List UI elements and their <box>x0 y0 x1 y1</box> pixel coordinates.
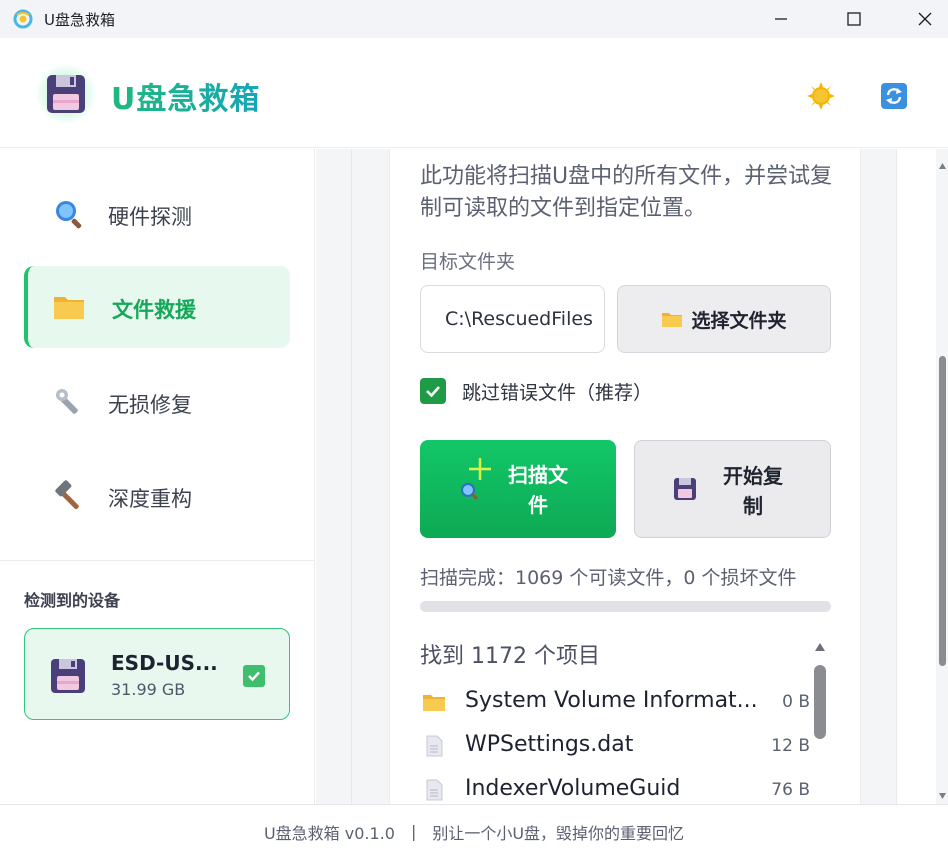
target-folder-input[interactable] <box>420 285 605 353</box>
choose-folder-label: 选择文件夹 <box>691 309 787 332</box>
magnifier-icon <box>52 197 86 231</box>
device-selected-check-icon[interactable] <box>243 665 265 687</box>
device-size: 31.99 GB <box>111 680 186 699</box>
sidebar-item-label: 无损修复 <box>108 393 192 417</box>
scroll-up-arrow-icon[interactable] <box>814 637 826 656</box>
progress-bar <box>420 601 831 612</box>
app-name: U盘急救箱 <box>111 74 260 118</box>
sidebar-item-label: 深度重构 <box>108 487 192 511</box>
start-copy-label: 开始复制 <box>723 464 783 518</box>
file-size: 12 B <box>771 736 810 756</box>
app-logo-icon <box>13 9 33 29</box>
main-content: 此功能将扫描U盘中的所有文件，并尝试复制可读取的文件到指定位置。 目标文件夹 选… <box>316 149 948 804</box>
refresh-icon[interactable] <box>879 81 909 111</box>
minimize-button[interactable] <box>758 0 804 38</box>
skip-errors-option[interactable]: 跳过错误文件（推荐） <box>420 377 652 405</box>
document-icon <box>422 778 446 802</box>
folder-icon <box>52 290 86 324</box>
scan-status: 扫描完成：1069 个可读文件，0 个损坏文件 <box>420 567 797 589</box>
document-icon <box>422 734 446 758</box>
divider <box>351 149 352 804</box>
sidebar-item-label: 硬件探测 <box>108 205 192 229</box>
file-rescue-panel: 此功能将扫描U盘中的所有文件，并尝试复制可读取的文件到指定位置。 目标文件夹 选… <box>389 149 861 804</box>
sidebar-item-deep-rebuild[interactable]: 深度重构 <box>24 455 290 537</box>
list-item[interactable]: WPSettings.dat 12 B <box>420 724 810 768</box>
sidebar-item-hardware-detect[interactable]: 硬件探测 <box>24 173 290 255</box>
window-title: U盘急救箱 <box>44 11 115 29</box>
file-name: System Volume Informat... <box>465 688 758 713</box>
title-bar: U盘急救箱 <box>0 0 948 38</box>
scan-sparkle-icon <box>458 456 498 502</box>
sidebar-item-file-rescue[interactable]: 文件救援 <box>24 266 290 348</box>
close-button[interactable] <box>902 0 948 38</box>
list-item[interactable]: IndexerVolumeGuid 76 B <box>420 768 810 804</box>
file-list: System Volume Informat... 0 B WPSettings… <box>420 680 810 804</box>
footer: U盘急救箱 v0.1.0 | 别让一个小U盘，毁掉你的重要回忆 <box>0 804 948 858</box>
sidebar-item-lossless-repair[interactable]: 无损修复 <box>24 361 290 443</box>
theme-toggle-sun-icon[interactable] <box>806 81 836 111</box>
hammer-icon <box>52 479 86 513</box>
start-copy-button[interactable]: 开始复制 <box>634 440 831 538</box>
file-name: WPSettings.dat <box>465 732 634 757</box>
scan-files-label: 扫描文件 <box>508 463 568 517</box>
skip-errors-label: 跳过错误文件（推荐） <box>462 381 653 404</box>
wrench-icon <box>52 385 86 419</box>
floppy-disk-icon <box>673 477 697 501</box>
sidebar: 硬件探测 文件救援 无损修复 深度重构 检测到的设备 ESD-US... 31.… <box>0 149 315 804</box>
right-gutter <box>896 149 936 804</box>
footer-separator: | <box>410 822 417 841</box>
floppy-disk-logo-icon <box>36 64 96 124</box>
maximize-button[interactable] <box>831 0 877 38</box>
sidebar-item-label: 文件救援 <box>112 298 196 322</box>
feature-description: 此功能将扫描U盘中的所有文件，并尝试复制可读取的文件到指定位置。 <box>420 164 833 221</box>
list-item[interactable]: System Volume Informat... 0 B <box>420 680 810 724</box>
slogan-text: 别让一个小U盘，毁掉你的重要回忆 <box>432 823 685 843</box>
version-text: U盘急救箱 v0.1.0 <box>263 823 395 843</box>
skip-errors-checkbox[interactable] <box>420 378 446 404</box>
file-list-scrollbar[interactable] <box>813 637 827 804</box>
floppy-disk-icon <box>49 657 87 695</box>
device-name: ESD-US... <box>111 651 218 675</box>
file-size: 0 B <box>782 692 810 712</box>
folder-icon <box>661 310 683 328</box>
scroll-down-arrow-icon[interactable] <box>938 785 947 804</box>
found-items-title: 找到 1172 个项目 <box>420 644 600 669</box>
sidebar-divider <box>0 560 314 561</box>
file-size: 76 B <box>771 780 810 800</box>
target-folder-label: 目标文件夹 <box>420 251 516 273</box>
page-scrollbar[interactable] <box>936 149 948 804</box>
scroll-up-arrow-icon[interactable] <box>938 155 947 174</box>
folder-icon <box>422 690 446 714</box>
choose-folder-button[interactable]: 选择文件夹 <box>617 285 831 353</box>
devices-section-title: 检测到的设备 <box>24 591 121 610</box>
scrollbar-thumb[interactable] <box>814 665 826 739</box>
file-name: IndexerVolumeGuid <box>465 776 681 801</box>
device-card[interactable]: ESD-US... 31.99 GB <box>24 628 290 720</box>
app-header: U盘急救箱 <box>0 38 948 148</box>
scrollbar-thumb[interactable] <box>939 356 946 666</box>
scan-files-button[interactable]: 扫描文件 <box>420 440 616 538</box>
